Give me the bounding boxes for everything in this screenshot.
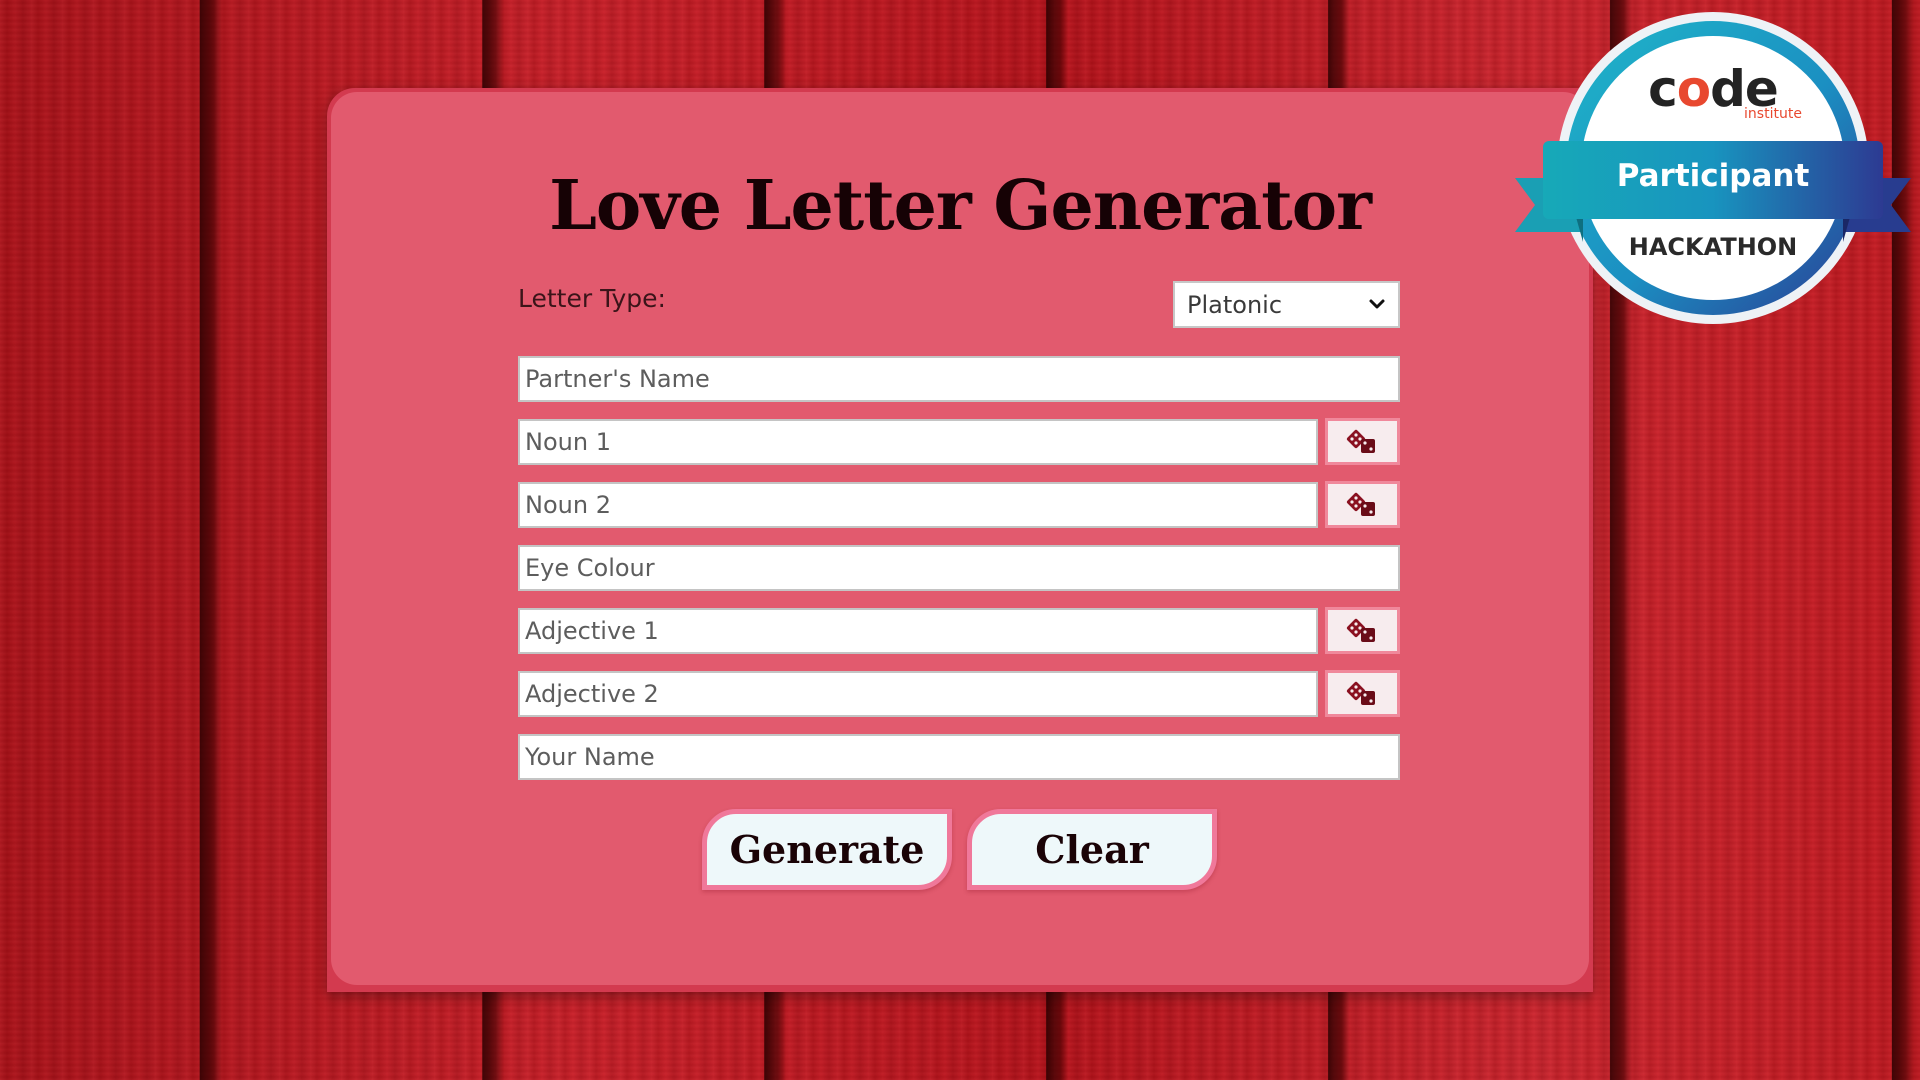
generate-button[interactable]: Generate	[702, 809, 952, 890]
random-adjective1-button[interactable]	[1325, 607, 1400, 654]
random-noun1-button[interactable]	[1325, 418, 1400, 465]
noun2-input[interactable]: Noun 2	[518, 482, 1318, 528]
dice-icon	[1346, 618, 1375, 642]
dice-icon	[1346, 429, 1375, 453]
partner-name-input[interactable]: Partner's Name	[518, 356, 1400, 402]
random-adjective2-button[interactable]	[1325, 670, 1400, 717]
your-name-input[interactable]: Your Name	[518, 734, 1400, 780]
letter-type-selected-value: Platonic	[1187, 290, 1283, 319]
dice-icon	[1346, 492, 1375, 516]
noun1-input[interactable]: Noun 1	[518, 419, 1318, 465]
adjective2-placeholder: Adjective 2	[525, 680, 659, 708]
dice-icon	[1346, 681, 1375, 705]
your-name-placeholder: Your Name	[525, 743, 655, 771]
hackathon-badge: code institute Participant HACKATHON	[1513, 10, 1913, 335]
badge-event-text: HACKATHON	[1628, 233, 1798, 261]
adjective2-input[interactable]: Adjective 2	[518, 671, 1318, 717]
letter-type-label: Letter Type:	[518, 284, 666, 313]
noun1-placeholder: Noun 1	[525, 428, 611, 456]
adjective1-placeholder: Adjective 1	[525, 617, 659, 645]
partner-name-placeholder: Partner's Name	[525, 365, 710, 393]
noun2-placeholder: Noun 2	[525, 491, 611, 519]
logo-subtitle: institute	[1744, 106, 1802, 122]
adjective1-input[interactable]: Adjective 1	[518, 608, 1318, 654]
random-noun2-button[interactable]	[1325, 481, 1400, 528]
letter-type-select[interactable]: Platonic	[1173, 281, 1400, 328]
clear-button[interactable]: Clear	[967, 809, 1217, 890]
eye-colour-placeholder: Eye Colour	[525, 554, 655, 582]
eye-colour-input[interactable]: Eye Colour	[518, 545, 1400, 591]
badge-ribbon-text: Participant	[1616, 158, 1810, 194]
chevron-down-icon	[1369, 299, 1385, 309]
